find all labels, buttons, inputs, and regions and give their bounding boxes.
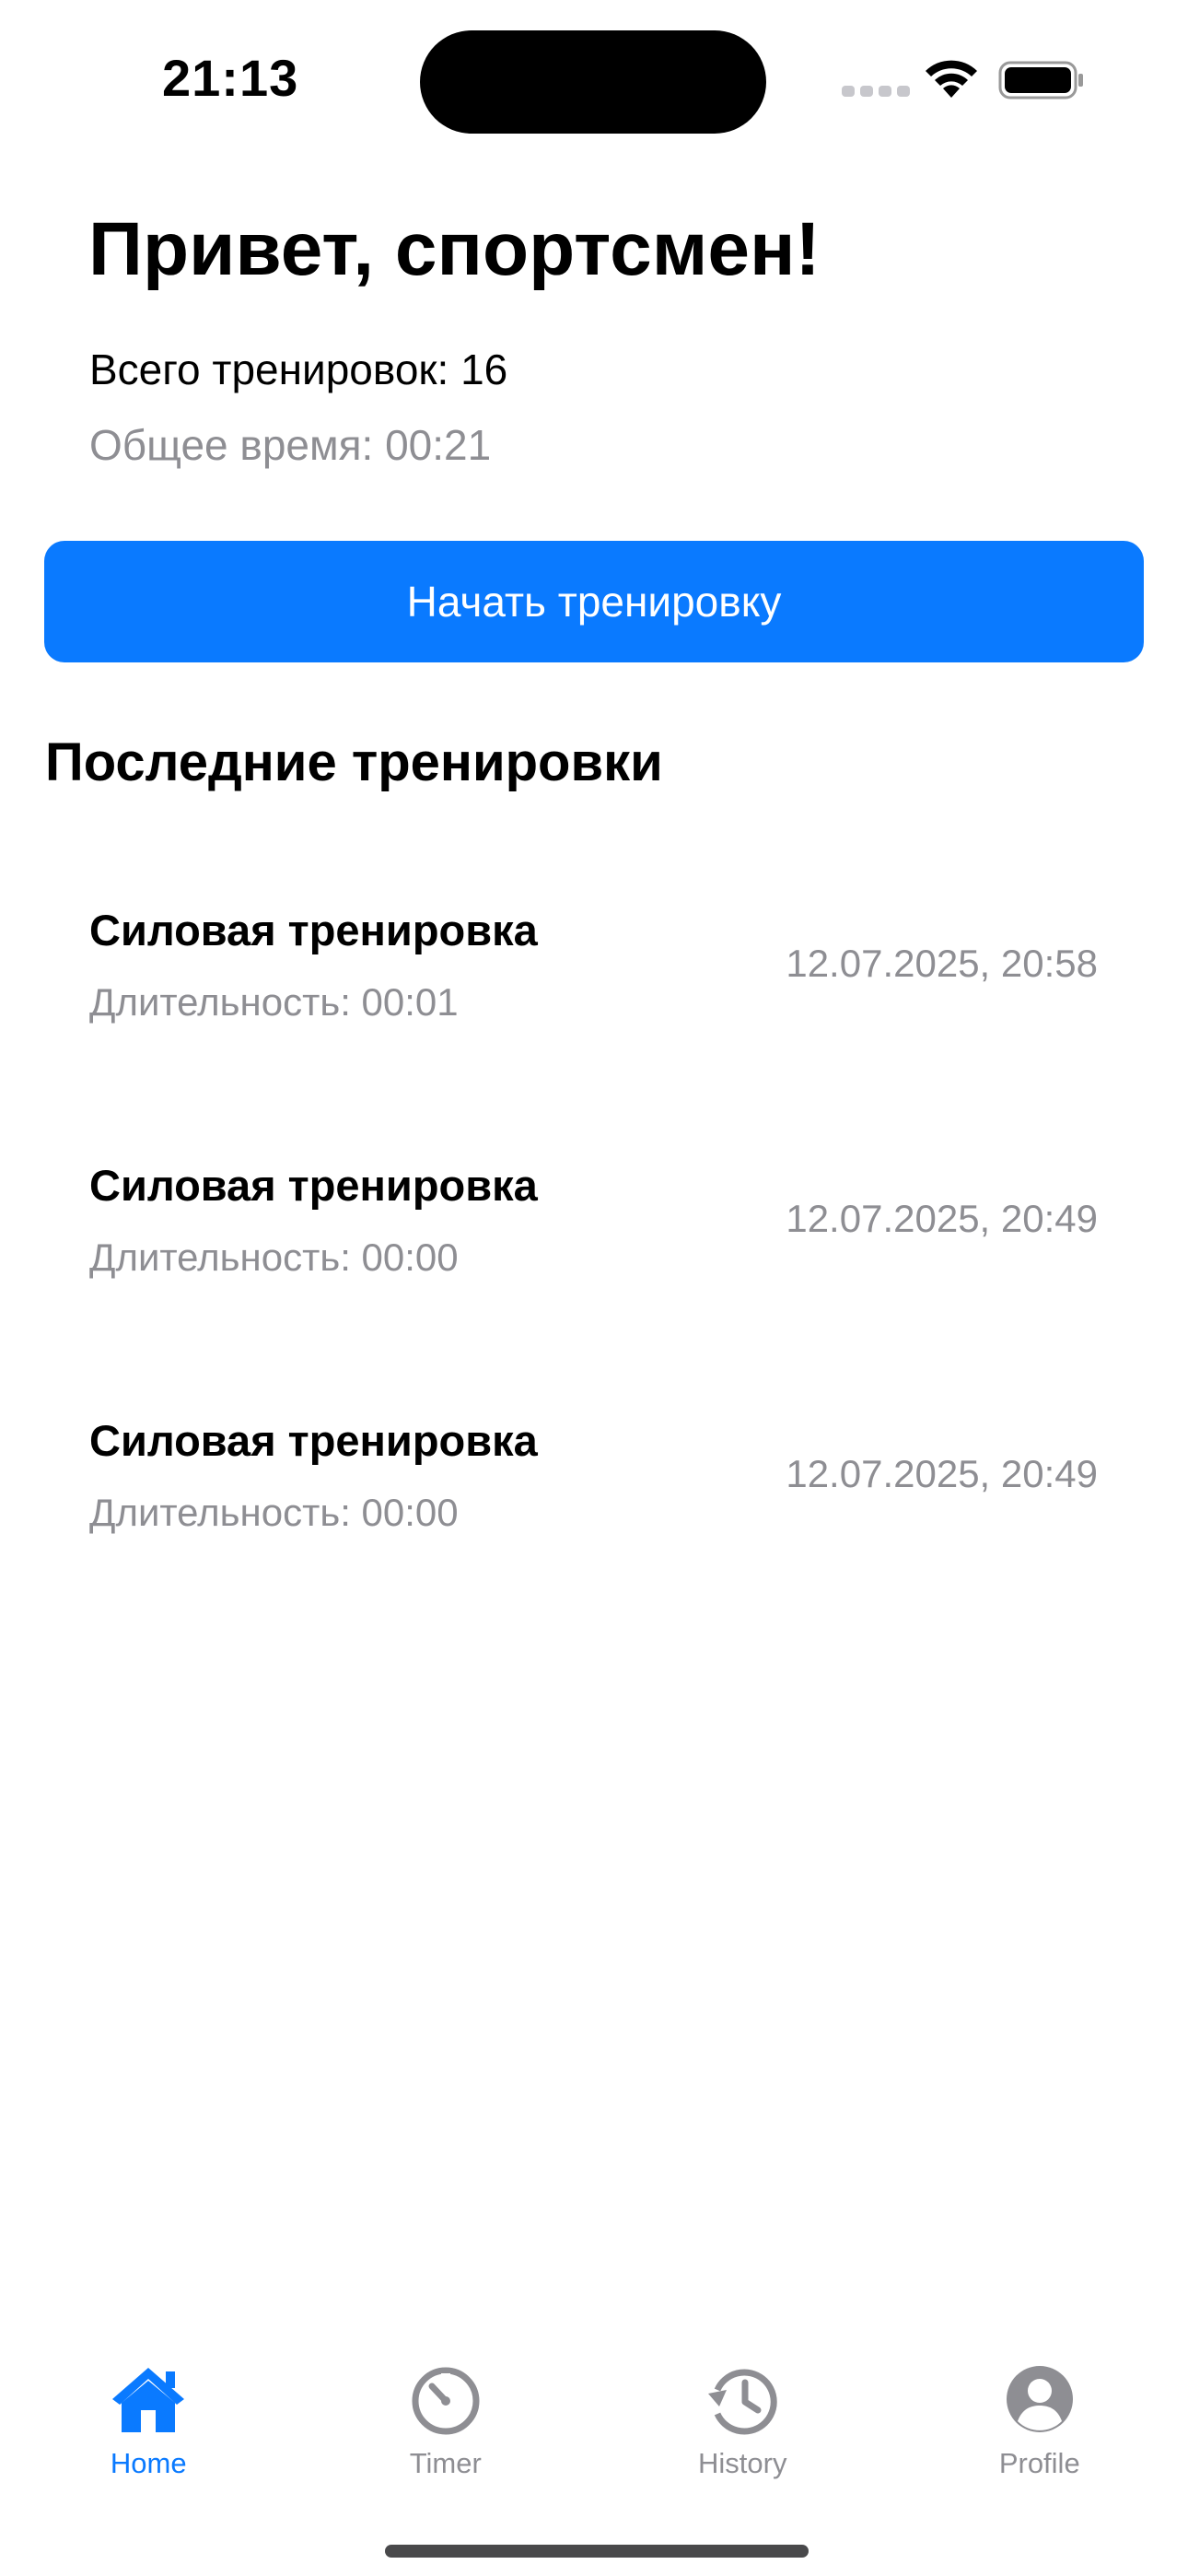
status-time: 21:13	[162, 49, 299, 107]
workout-duration: Длительность: 00:01	[89, 980, 459, 1024]
workout-name: Силовая тренировка	[89, 1161, 538, 1210]
workout-list-item[interactable]: Силовая тренировка Длительность: 00:00 1…	[0, 1121, 1188, 1376]
tab-home[interactable]: Home	[0, 2340, 297, 2488]
workout-name: Силовая тренировка	[89, 1416, 538, 1465]
recent-workouts-title: Последние тренировки	[45, 732, 663, 792]
workout-list-item[interactable]: Силовая тренировка Длительность: 00:01 1…	[0, 866, 1188, 1121]
house-fill-icon	[112, 2368, 185, 2432]
start-workout-button[interactable]: Начать тренировку	[44, 541, 1144, 662]
status-bar: 21:13	[0, 0, 1188, 157]
tab-profile-label: Profile	[998, 2447, 1080, 2479]
tab-timer[interactable]: Timer	[297, 2340, 595, 2488]
tab-timer-label: Timer	[409, 2447, 482, 2479]
total-time: Общее время: 00:21	[89, 421, 492, 469]
workout-date: 12.07.2025, 20:58	[786, 942, 1098, 985]
tab-history-label: History	[698, 2447, 787, 2479]
tab-profile[interactable]: Profile	[891, 2340, 1188, 2488]
timer-icon	[412, 2367, 480, 2435]
total-workouts-count: Всего тренировок: 16	[89, 345, 508, 393]
battery-icon	[998, 61, 1083, 100]
tab-home-label: Home	[110, 2447, 187, 2479]
dynamic-island	[420, 30, 766, 134]
workout-list-item[interactable]: Силовая тренировка Длительность: 00:00 1…	[0, 1376, 1188, 1632]
cellular-signal-icon	[842, 86, 910, 97]
home-indicator[interactable]	[385, 2545, 809, 2558]
tab-bar: Home Timer History Profile	[0, 2340, 1188, 2488]
workout-duration: Длительность: 00:00	[89, 1491, 459, 1534]
workout-date: 12.07.2025, 20:49	[786, 1452, 1098, 1495]
person-circle-icon	[1006, 2366, 1073, 2432]
page-title: Привет, спортсмен!	[88, 207, 821, 291]
recent-workouts-list: Силовая тренировка Длительность: 00:01 1…	[0, 866, 1188, 1632]
tab-history[interactable]: History	[594, 2340, 891, 2488]
history-clock-icon	[708, 2369, 777, 2435]
workout-duration: Длительность: 00:00	[89, 1235, 459, 1279]
workout-name: Силовая тренировка	[89, 906, 538, 954]
wifi-icon	[926, 60, 977, 98]
workout-date: 12.07.2025, 20:49	[786, 1197, 1098, 1240]
